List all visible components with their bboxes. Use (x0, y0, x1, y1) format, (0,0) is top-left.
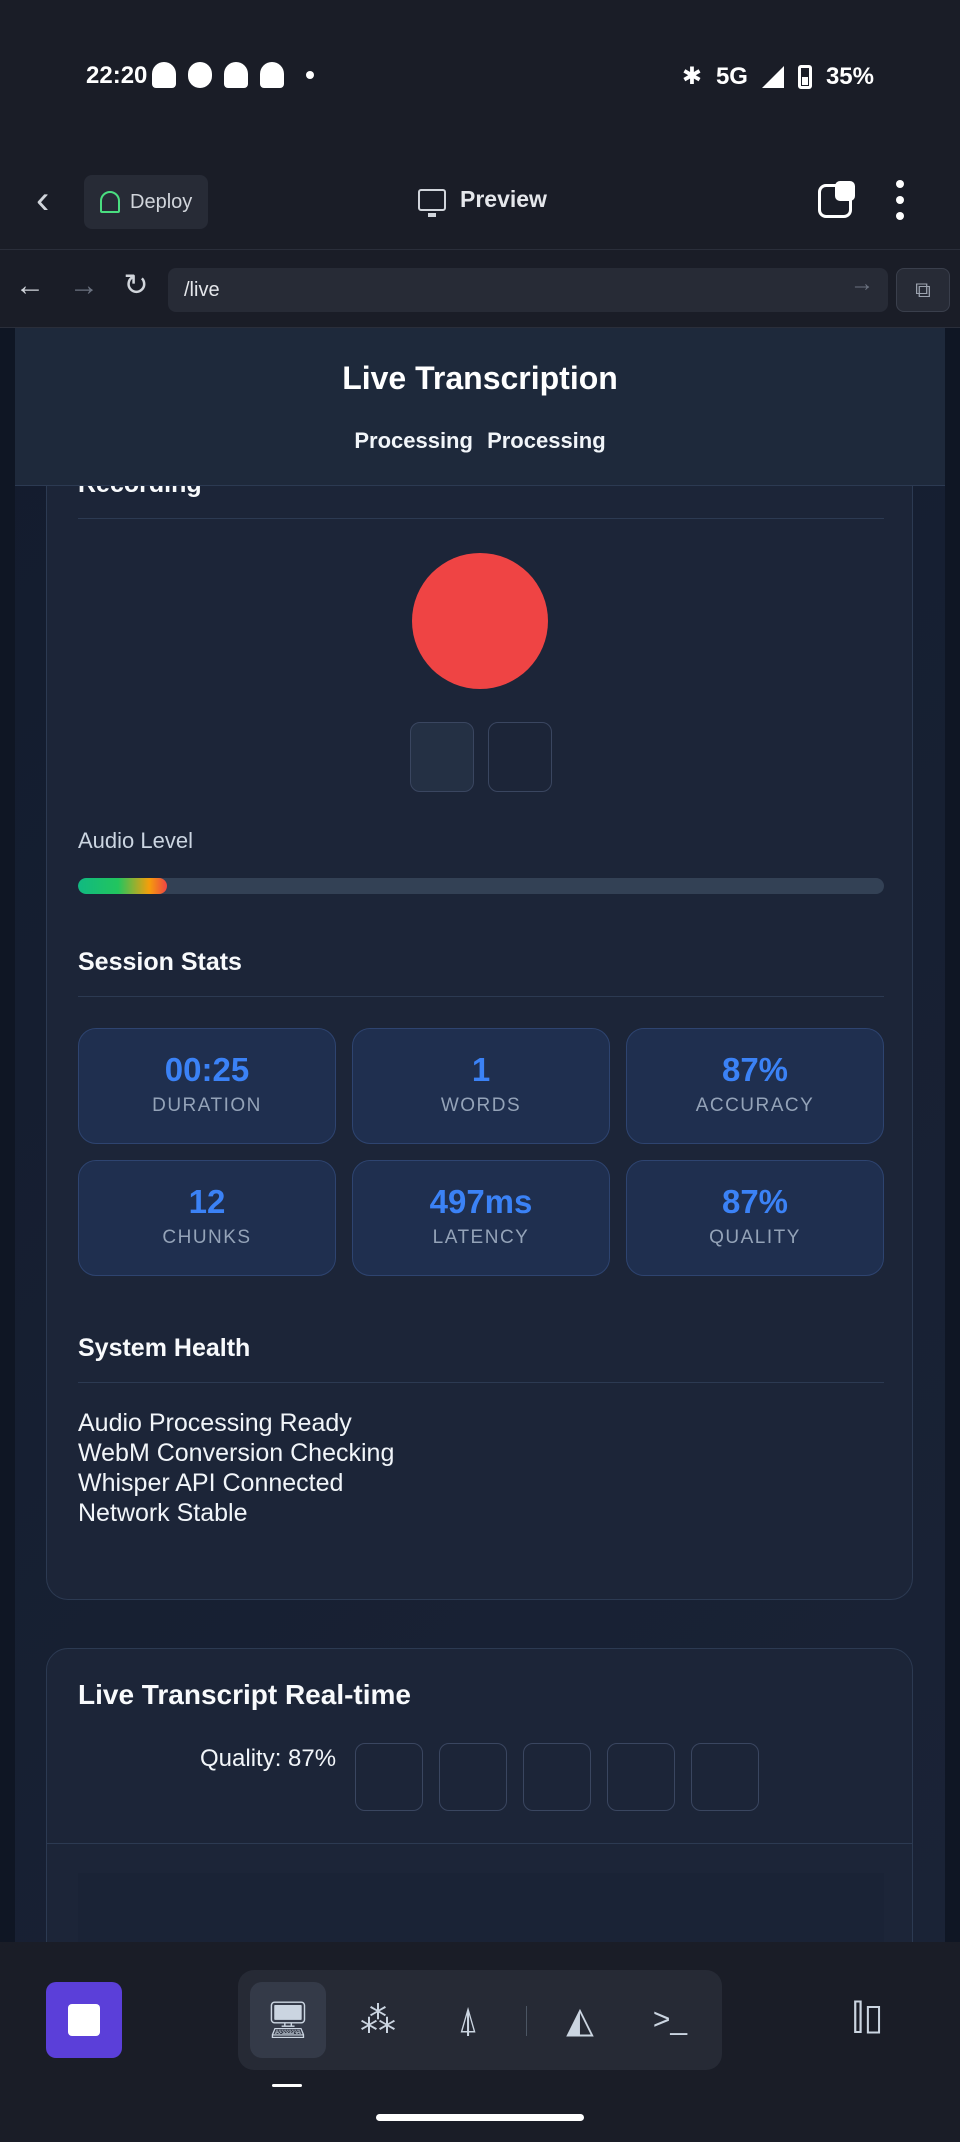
stat-chunks: 12 CHUNKS (78, 1160, 336, 1276)
back-chevron-icon[interactable]: ‹ (36, 180, 72, 220)
stat-value: 1 (471, 1051, 491, 1088)
snapchat-icon (260, 62, 284, 88)
divider (47, 1843, 912, 1844)
health-item: Network Stable (78, 1499, 248, 1527)
notification-dot-icon (306, 71, 314, 79)
health-item: Audio Processing Ready (78, 1409, 352, 1437)
stat-value: 12 (188, 1183, 226, 1220)
divider (78, 518, 884, 519)
stop-button[interactable] (46, 1982, 122, 2058)
status-badge: Processing (487, 428, 606, 453)
status-badge: Processing (354, 428, 473, 453)
page-viewport: Recording Audio Level Session Stats 00:2… (0, 328, 960, 1942)
status-row: Processing Processing (15, 428, 945, 454)
stat-quality: 87% QUALITY (626, 1160, 884, 1276)
tool-group: 🖥 ⁂ ⍋ ◭ >_ (238, 1970, 722, 2070)
app-header: ‹ Deploy Preview (0, 150, 960, 250)
system-health-list: Audio Processing Ready WebM Conversion C… (78, 1408, 394, 1528)
preview-label: Preview (460, 186, 547, 212)
control-button[interactable] (410, 722, 474, 792)
transcript-area (78, 1873, 884, 1942)
home-indicator[interactable] (376, 2114, 584, 2121)
preview-tab[interactable]: Preview (418, 186, 547, 217)
arrow-right-icon[interactable]: → (68, 270, 100, 302)
control-button[interactable] (488, 722, 552, 792)
audio-level-fill (78, 878, 167, 894)
snapchat-icon (224, 62, 248, 88)
stat-value: 87% (721, 1183, 789, 1220)
stat-label: CHUNKS (162, 1227, 252, 1248)
stat-label: LATENCY (432, 1227, 530, 1248)
stat-duration: 00:25 DURATION (78, 1028, 336, 1144)
health-item: Whisper API Connected (78, 1469, 344, 1497)
network-type: 5G (715, 62, 748, 90)
stat-value: 00:25 (164, 1051, 250, 1088)
transcript-control-button[interactable] (691, 1743, 759, 1811)
deploy-icon (100, 191, 120, 213)
recording-card: Recording Audio Level Session Stats 00:2… (46, 448, 913, 1600)
stat-value: 87% (721, 1051, 789, 1088)
stat-label: WORDS (440, 1095, 522, 1116)
shell-icon[interactable]: ◭ (542, 1982, 618, 2058)
deploy-label: Deploy (130, 190, 193, 213)
transcript-control-button[interactable] (355, 1743, 423, 1811)
tool-divider (526, 2006, 527, 2036)
stat-label: QUALITY (709, 1227, 801, 1248)
open-external-icon[interactable]: ⧉ (896, 268, 950, 312)
health-item: WebM Conversion Checking (78, 1439, 395, 1467)
url-input[interactable] (168, 268, 888, 312)
stat-words: 1 WORDS (352, 1028, 610, 1144)
audio-level-label: Audio Level (78, 828, 193, 853)
arrow-left-icon[interactable]: ← (14, 270, 46, 302)
desktop-preview-icon[interactable]: 🖥 (250, 1982, 326, 2058)
battery-percent: 35% (825, 62, 874, 90)
go-arrow-icon[interactable]: → (850, 270, 874, 298)
transcript-control-button[interactable] (523, 1743, 591, 1811)
stat-label: ACCURACY (695, 1095, 815, 1116)
transcript-control-button[interactable] (439, 1743, 507, 1811)
page-content: Recording Audio Level Session Stats 00:2… (15, 328, 945, 1942)
session-stats-title: Session Stats (78, 948, 242, 976)
bluetooth-icon: ✱ (681, 63, 702, 90)
terminal-icon[interactable]: >_ (632, 1982, 708, 2058)
system-indicators: ✱ 5G 35% (682, 62, 874, 91)
system-health-title: System Health (78, 1334, 251, 1362)
status-time: 22:20 (86, 62, 148, 89)
battery-icon (797, 64, 812, 89)
signal-icon (761, 65, 784, 88)
divider (78, 996, 884, 997)
panel-toggle-icon[interactable]: ⫿▯ (852, 1996, 883, 2039)
deploy-icon[interactable]: ⍋ (430, 1982, 506, 2058)
status-bar: 22:20 ✱ 5G 35% (0, 0, 960, 150)
live-header: Live Transcription Processing Processing (15, 328, 945, 486)
stat-label: DURATION (152, 1095, 262, 1116)
stat-value: 497ms (429, 1183, 533, 1220)
page-title: Live Transcription (342, 360, 618, 396)
stat-accuracy: 87% ACCURACY (626, 1028, 884, 1144)
chat-icon (188, 62, 212, 88)
monitor-icon (418, 188, 446, 217)
tabs-icon[interactable] (818, 181, 855, 218)
transcript-control-button[interactable] (607, 1743, 675, 1811)
divider (78, 1382, 884, 1383)
record-button[interactable] (412, 553, 548, 689)
active-tab-indicator (272, 2084, 302, 2087)
audio-level-meter (78, 878, 884, 894)
bottom-dock: 🖥 ⁂ ⍋ ◭ >_ ⫿▯ (0, 1942, 960, 2142)
more-menu-icon[interactable] (896, 180, 904, 220)
stat-latency: 497ms LATENCY (352, 1160, 610, 1276)
refresh-icon[interactable]: ↻ (120, 270, 152, 302)
snapchat-icon (152, 62, 176, 88)
notification-icons (152, 62, 314, 88)
deploy-button[interactable]: Deploy (84, 175, 208, 229)
browser-toolbar: ← → ↻ → ⧉ (0, 250, 960, 328)
live-transcript-title: Live Transcript Real-time (78, 1679, 412, 1710)
live-transcript-card: Live Transcript Real-time Quality: 87% (46, 1648, 913, 1942)
graph-icon[interactable]: ⁂ (340, 1982, 416, 2058)
quality-label: Quality: 87% (200, 1745, 337, 1772)
